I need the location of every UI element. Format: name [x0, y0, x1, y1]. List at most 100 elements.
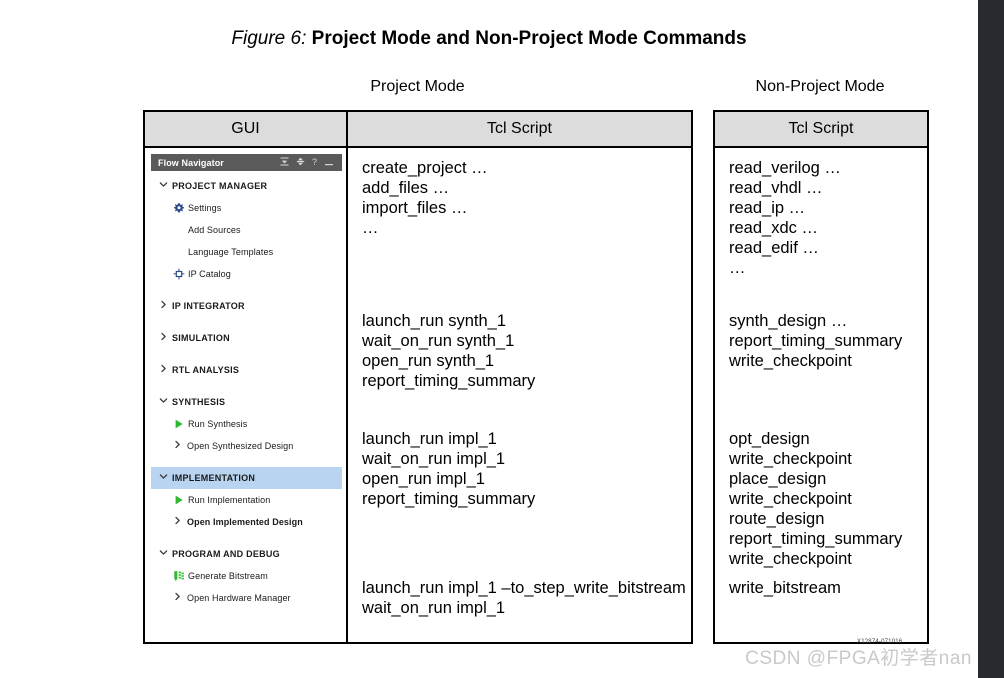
flow-nav-section-ip-integrator[interactable]: IP INTEGRATOR: [151, 295, 342, 317]
chevron-right-icon[interactable]: [173, 516, 187, 528]
spacer-icon: [173, 224, 187, 236]
project-mode-table: GUI Tcl Script Flow Navigator ? PROJECT …: [143, 110, 693, 644]
gear-icon: [173, 202, 187, 214]
csdn-watermark: CSDN @FPGA初学者nan: [745, 648, 972, 669]
expand-all-icon[interactable]: [296, 157, 305, 168]
non-project-mode-label: Non-Project Mode: [755, 78, 885, 95]
flow-nav-item-add-sources[interactable]: Add Sources: [151, 219, 342, 241]
tcl-command-line: import_files …: [362, 199, 468, 217]
tcl-command-line: read_ip …: [729, 199, 806, 217]
flow-navigator-spacer: [151, 457, 342, 467]
synthesis-block: synth_design … report_timing_summary write…: [729, 311, 902, 371]
chevron-right-icon[interactable]: [173, 592, 187, 604]
flow-nav-item-label: Run Synthesis: [188, 419, 248, 429]
tcl-command-line: open_run impl_1: [362, 470, 485, 488]
flow-nav-section-program-and-debug[interactable]: PROGRAM AND DEBUG: [151, 543, 342, 565]
flow-nav-item-language-templates[interactable]: Language Templates: [151, 241, 342, 263]
flow-nav-section-project-manager[interactable]: PROJECT MANAGER: [151, 175, 342, 197]
tcl-command-line: wait_on_run synth_1: [362, 332, 515, 350]
flow-navigator-title: Flow Navigator: [158, 157, 224, 168]
tcl-command-line: write_checkpoint: [729, 450, 852, 468]
tcl-command-line: write_bitstream: [729, 579, 841, 597]
flow-nav-item-run-synthesis[interactable]: Run Synthesis: [151, 413, 342, 435]
chevron-down-icon[interactable]: [159, 396, 172, 408]
read-sources-block: read_verilog … read_vhdl … read_ip … read_x…: [729, 158, 841, 278]
collapse-all-icon[interactable]: [280, 157, 289, 168]
non-project-mode-table: Tcl Script read_verilog … read_vhdl … read…: [713, 110, 929, 644]
flow-nav-item-run-implementation[interactable]: Run Implementation: [151, 489, 342, 511]
flow-nav-section-label: PROGRAM AND DEBUG: [172, 549, 280, 559]
flow-nav-item-ip-catalog[interactable]: IP Catalog: [151, 263, 342, 285]
tcl-command-line: opt_design: [729, 430, 810, 448]
bitstream-block: write_bitstream: [729, 578, 841, 598]
flow-nav-section-label: IP INTEGRATOR: [172, 301, 245, 311]
minimize-icon[interactable]: [324, 157, 334, 168]
flow-nav-item-settings[interactable]: Settings: [151, 197, 342, 219]
flow-nav-section-label: IMPLEMENTATION: [172, 473, 256, 483]
flow-nav-section-label: SIMULATION: [172, 333, 230, 343]
tcl-command-line: report_timing_summary: [362, 490, 536, 508]
flow-nav-section-label: SYNTHESIS: [172, 397, 226, 407]
flow-nav-item-label: Open Hardware Manager: [187, 593, 291, 603]
flow-nav-section-implementation[interactable]: IMPLEMENTATION: [151, 467, 342, 489]
flow-nav-section-synthesis[interactable]: SYNTHESIS: [151, 391, 342, 413]
non-project-table-body: read_verilog … read_vhdl … read_ip … read_x…: [715, 148, 927, 642]
column-header-tcl-script-project: Tcl Script: [487, 120, 552, 137]
chevron-down-icon[interactable]: [159, 180, 172, 192]
tcl-script-cell-project: create_project … add_files … import_files …: [348, 148, 691, 642]
flow-nav-item-open-hardware-manager[interactable]: Open Hardware Manager: [151, 587, 342, 609]
flow-nav-item-open-synthesized-design[interactable]: Open Synthesized Design: [151, 435, 342, 457]
tcl-command-line: launch_run impl_1: [362, 430, 497, 448]
implementation-block: launch_run impl_1 wait_on_run impl_1 open_…: [362, 429, 535, 509]
help-icon[interactable]: ?: [312, 158, 317, 167]
flow-nav-item-label: Open Synthesized Design: [187, 441, 294, 451]
tcl-command-line: wait_on_run impl_1: [362, 450, 506, 468]
tcl-command-line: add_files …: [362, 179, 450, 197]
figure-page: Figure 6: Project Mode and Non-Project M…: [0, 0, 1004, 678]
tcl-command-line: read_vhdl …: [729, 179, 823, 197]
chevron-right-icon[interactable]: [173, 440, 187, 452]
tcl-command-line: place_design: [729, 470, 827, 488]
bitstream-block: launch_run impl_1 –to_step_write_bitstre…: [362, 578, 686, 618]
flow-navigator-header-icons: ?: [280, 157, 337, 168]
flow-nav-section-simulation[interactable]: SIMULATION: [151, 327, 342, 349]
flow-nav-item-label: Language Templates: [188, 247, 274, 257]
synthesis-block: launch_run synth_1 wait_on_run synth_1ope…: [362, 311, 535, 391]
chevron-right-icon[interactable]: [159, 364, 172, 376]
flow-nav-item-label: Open Implemented Design: [187, 517, 303, 527]
spacer-icon: [173, 246, 187, 258]
tcl-script-cell-non-project: read_verilog … read_vhdl … read_ip … read_x…: [715, 148, 927, 642]
tcl-command-line: read_edif …: [729, 239, 819, 257]
chevron-down-icon[interactable]: [159, 472, 172, 484]
ip-catalog-icon: [173, 268, 187, 280]
chevron-right-icon[interactable]: [159, 300, 172, 312]
chevron-down-icon[interactable]: [159, 548, 172, 560]
flow-nav-item-generate-bitstream[interactable]: Generate Bitstream: [151, 565, 342, 587]
flow-navigator-tree: PROJECT MANAGER Settings Add Sources Langua…: [151, 171, 342, 609]
tcl-command-line: launch_run synth_1: [362, 312, 507, 330]
tcl-command-line: report_timing_summary: [729, 332, 903, 350]
chevron-right-icon[interactable]: [159, 332, 172, 344]
flow-nav-item-label: Settings: [188, 203, 222, 213]
flow-nav-section-label: PROJECT MANAGER: [172, 181, 268, 191]
tcl-command-line: open_run synth_1: [362, 352, 495, 370]
flow-navigator-spacer: [151, 349, 342, 359]
right-edge-bar: [978, 0, 1004, 678]
flow-nav-section-rtl-analysis[interactable]: RTL ANALYSIS: [151, 359, 342, 381]
flow-nav-item-open-implemented-design[interactable]: Open Implemented Design: [151, 511, 342, 533]
project-table-header-row: GUI Tcl Script: [145, 112, 691, 148]
flow-navigator-spacer: [151, 533, 342, 543]
tcl-command-line: launch_run impl_1 –to_step_write_bitstre…: [362, 579, 686, 597]
flow-navigator-panel: Flow Navigator ? PROJECT MANAGER Setting…: [151, 154, 342, 642]
figure-label: Figure 6:: [231, 28, 307, 49]
play-icon: [173, 418, 187, 430]
column-header-tcl-script-non-project: Tcl Script: [788, 120, 854, 137]
tcl-command-line: write_checkpoint: [729, 550, 852, 568]
flow-nav-section-label: RTL ANALYSIS: [172, 365, 240, 375]
tcl-command-line: read_verilog …: [729, 159, 841, 177]
tcl-command-line: create_project …: [362, 159, 488, 177]
tcl-command-line: …: [362, 219, 379, 237]
flow-nav-item-label: Run Implementation: [188, 495, 271, 505]
tcl-command-line: report_timing_summary: [729, 530, 903, 548]
create-project-block: create_project … add_files … import_files …: [362, 158, 488, 238]
